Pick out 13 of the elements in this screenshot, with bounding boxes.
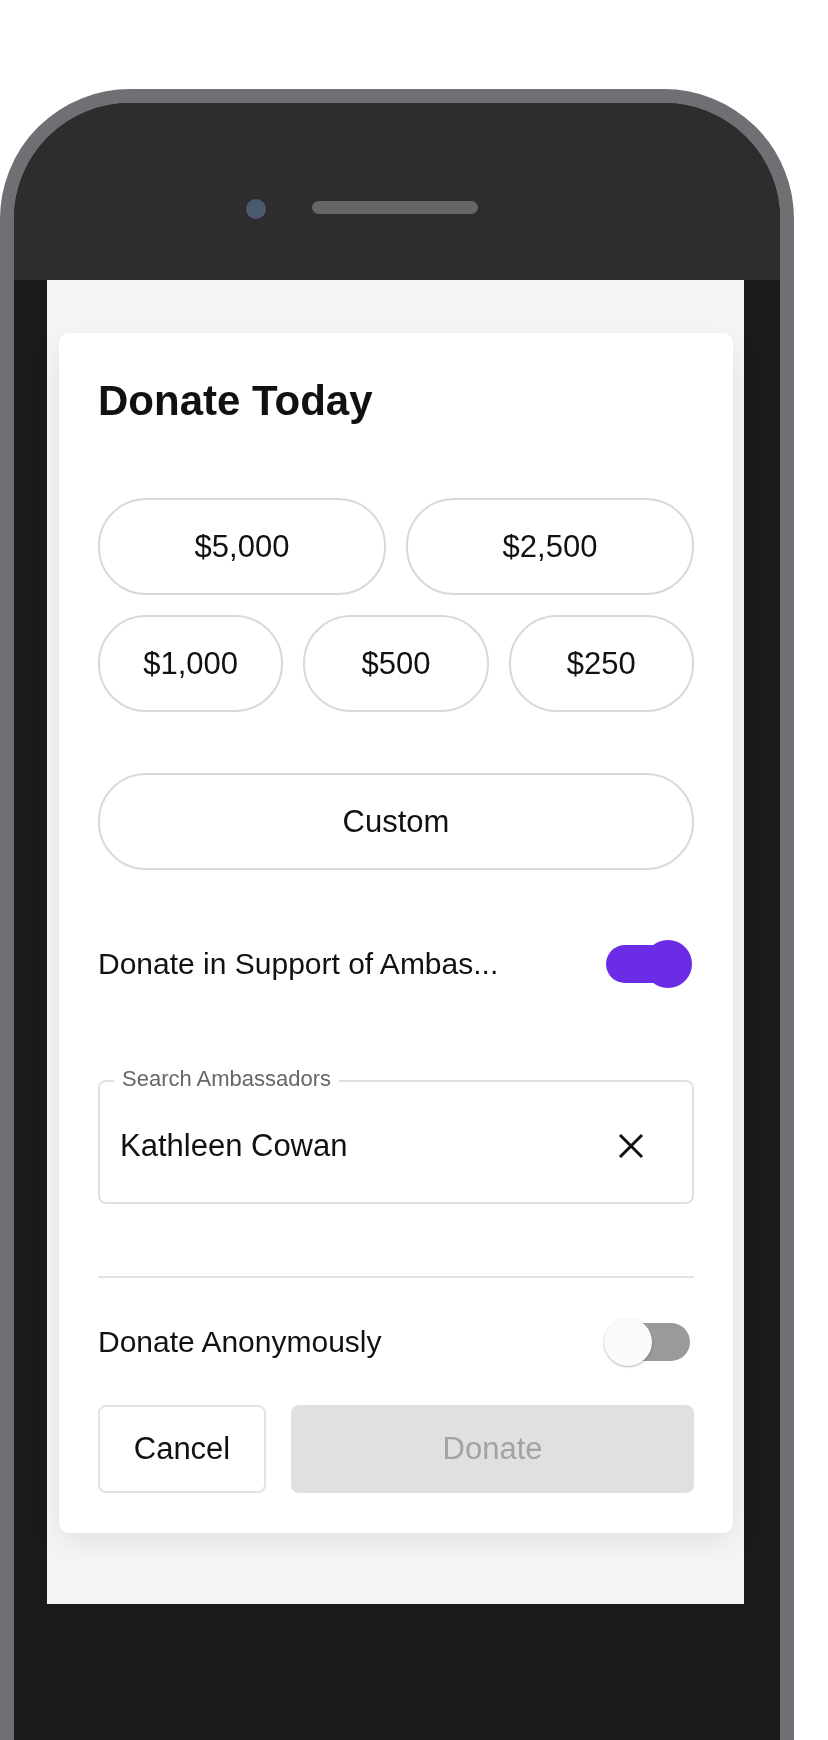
toggle-label: Donate in Support of Ambas... bbox=[98, 947, 499, 981]
amount-button[interactable]: $250 bbox=[508, 615, 694, 712]
camera-icon bbox=[246, 199, 266, 219]
amount-button[interactable]: $2,500 bbox=[406, 498, 694, 595]
amount-button[interactable]: $500 bbox=[303, 615, 489, 712]
amount-button[interactable]: Custom bbox=[98, 773, 694, 870]
close-icon[interactable] bbox=[618, 1133, 644, 1159]
amount-button[interactable]: $5,000 bbox=[98, 498, 386, 595]
toggle-label: Donate Anonymously bbox=[98, 1325, 382, 1359]
cancel-button[interactable]: Cancel bbox=[98, 1405, 266, 1493]
amount-button[interactable]: $1,000 bbox=[98, 615, 284, 712]
search-field[interactable]: Search Ambassadors Kathleen Cowan bbox=[98, 1065, 694, 1204]
form-title: Donate Today bbox=[98, 377, 374, 425]
